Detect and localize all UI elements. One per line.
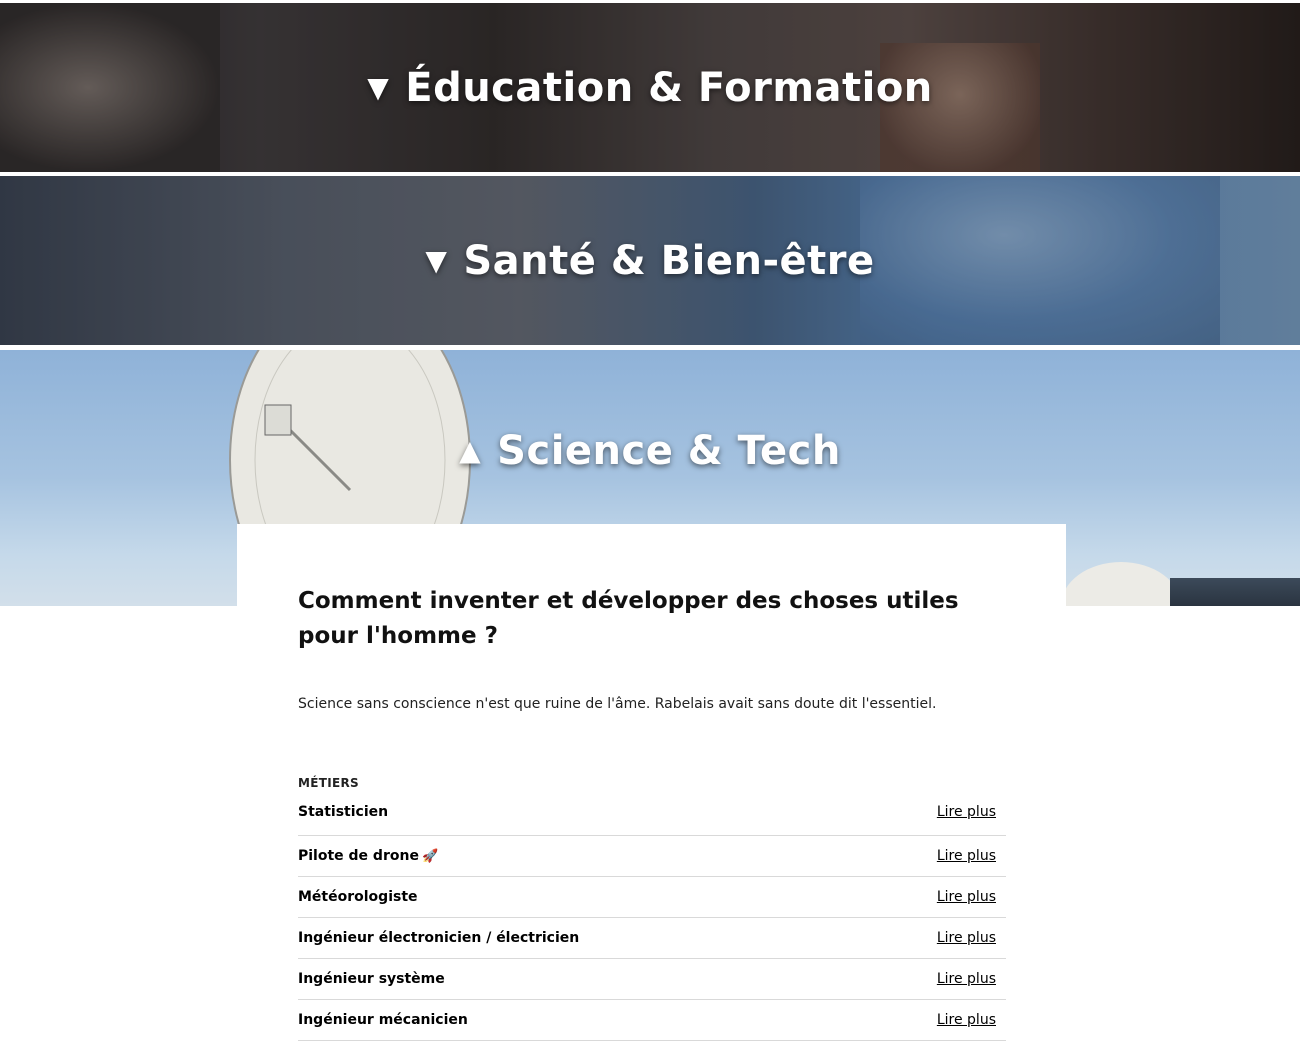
panel-intro: Science sans conscience n'est que ruine … — [298, 696, 937, 712]
panel-content: Comment inventer et développer des chose… — [298, 584, 1006, 1041]
job-name: Statisticien — [298, 804, 389, 820]
section-label-metiers: MÉTIERS — [298, 776, 359, 790]
job-row: Météorologiste Lire plus — [298, 877, 1006, 918]
rocket-icon: 🚀 — [421, 849, 439, 864]
education-photo-decor — [0, 3, 220, 172]
panel-heading: Comment inventer et développer des chose… — [298, 588, 959, 649]
sante-photo-decor — [860, 176, 1220, 345]
read-more-link[interactable]: Lire plus — [937, 889, 996, 905]
band-title-science: ▲ Science & Tech — [459, 428, 841, 474]
category-band-sante[interactable]: ▼ Santé & Bien-être — [0, 176, 1300, 345]
band-label: Éducation & Formation — [405, 64, 933, 111]
job-row: Ingénieur électronicien / électricien Li… — [298, 918, 1006, 959]
category-detail-panel: Comment inventer et développer des chose… — [237, 524, 1066, 1044]
band-label: Science & Tech — [497, 428, 841, 474]
job-row: Ingénieur mécanicien Lire plus — [298, 1000, 1006, 1041]
chevron-down-icon: ▼ — [367, 70, 390, 104]
job-row: Ingénieur système Lire plus — [298, 959, 1006, 1000]
category-band-education[interactable]: ▼ Éducation & Formation — [0, 3, 1300, 172]
small-dome-illustration — [1066, 562, 1181, 606]
read-more-link[interactable]: Lire plus — [937, 804, 996, 820]
read-more-link[interactable]: Lire plus — [937, 1012, 996, 1028]
read-more-link[interactable]: Lire plus — [937, 971, 996, 987]
band-label: Santé & Bien-être — [463, 237, 875, 284]
band-title-sante: ▼ Santé & Bien-être — [425, 238, 874, 284]
job-list: Statisticien Lire plus Pilote de drone 🚀 … — [298, 804, 1006, 1041]
job-name: Pilote de drone 🚀 — [298, 848, 439, 864]
band-title-education: ▼ Éducation & Formation — [367, 65, 933, 111]
read-more-link[interactable]: Lire plus — [937, 930, 996, 946]
treeline-decor — [1170, 578, 1300, 606]
job-name: Météorologiste — [298, 889, 418, 905]
chevron-up-icon: ▲ — [459, 434, 482, 467]
chevron-down-icon: ▼ — [425, 243, 448, 277]
job-row: Pilote de drone 🚀 Lire plus — [298, 836, 1006, 877]
job-name: Ingénieur mécanicien — [298, 1012, 468, 1028]
job-row: Statisticien Lire plus — [298, 804, 1006, 836]
read-more-link[interactable]: Lire plus — [937, 848, 996, 864]
job-name: Ingénieur système — [298, 971, 445, 987]
job-name: Ingénieur électronicien / électricien — [298, 930, 580, 946]
